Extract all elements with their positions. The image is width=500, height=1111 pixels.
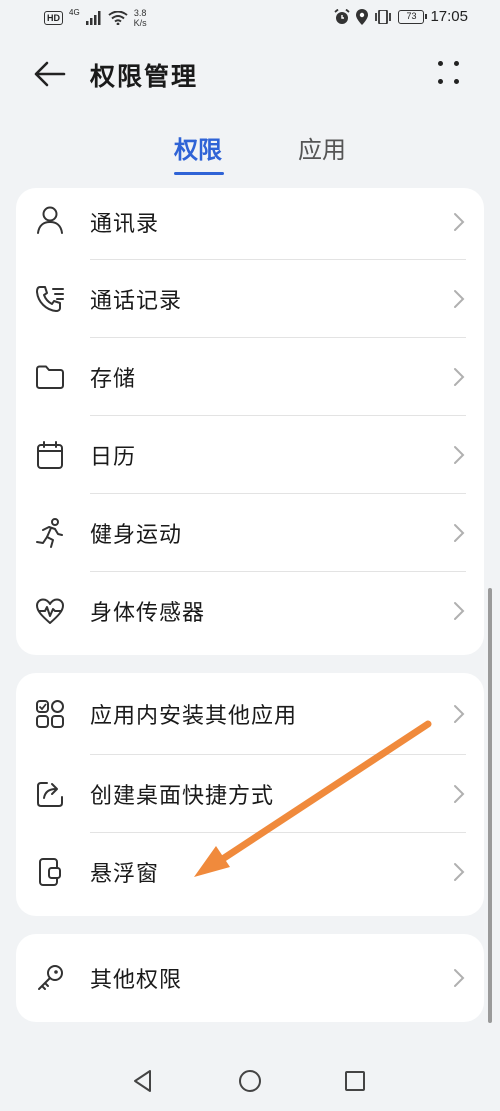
page-title: 权限管理 [90,62,199,91]
permission-group-card: 应用内安装其他应用 创建桌面快捷方式 悬浮窗 [16,673,484,916]
status-bar: HD 4G 3.8 K/s 73 17:05 [0,0,500,36]
nav-home-icon[interactable] [237,1068,263,1094]
location-icon [356,8,369,25]
permission-label: 应用内安装其他应用 [90,704,298,729]
shortcut-icon [37,782,63,807]
permission-label: 日历 [90,445,137,470]
calendar-icon [37,441,63,469]
chevron-right-icon [454,446,465,464]
battery-indicator: 73 [398,9,428,24]
nav-recents-icon[interactable] [342,1068,368,1094]
back-arrow-icon [34,61,66,87]
more-dot-icon [454,79,459,84]
chevron-right-icon [454,213,465,231]
permission-row-contacts[interactable]: 通讯录 [16,188,484,260]
permission-group-card: 通讯录 通话记录 存储 日历 健身运动 身体传感器 [16,188,484,655]
permission-row-desktop-shortcut[interactable]: 创建桌面快捷方式 [16,755,484,833]
chevron-right-icon [454,524,465,542]
more-dot-icon [438,61,443,66]
permission-row-body-sensors[interactable]: 身体传感器 [16,572,484,650]
app-header: 权限管理 [0,44,500,102]
more-dot-icon [438,79,443,84]
permission-row-call-log[interactable]: 通话记录 [16,260,484,338]
system-nav-bar [0,1050,500,1111]
tab-permissions[interactable]: 权限 [174,130,222,165]
chevron-right-icon [454,863,465,881]
chevron-right-icon [454,602,465,620]
permission-row-storage[interactable]: 存储 [16,338,484,416]
alarm-icon [334,8,351,24]
permission-row-fitness[interactable]: 健身运动 [16,494,484,572]
permission-label: 创建桌面快捷方式 [90,784,275,809]
chevron-right-icon [454,969,465,987]
permission-row-other[interactable]: 其他权限 [16,934,484,1022]
chevron-right-icon [454,785,465,803]
app-grid-icon [36,700,64,728]
vibrate-icon [375,9,392,24]
status-left: HD 4G 3.8 K/s [44,8,147,28]
speed-value: 3.8 [133,8,147,18]
permission-label: 通讯录 [90,212,160,237]
running-icon [36,518,63,548]
heart-rate-icon [36,598,64,624]
tab-apps[interactable]: 应用 [298,130,346,165]
tab-bar: 权限 应用 [0,130,500,180]
status-time: 17:05 [430,8,468,25]
network-speed: 3.8 K/s [134,8,147,28]
tab-active-indicator [174,172,224,175]
status-right: 73 17:05 [334,8,468,25]
permission-label: 其他权限 [90,968,183,993]
floating-window-icon [39,858,61,886]
chevron-right-icon [454,290,465,308]
wifi-icon [108,11,128,25]
hd-badge: HD [44,11,63,25]
permission-label: 通话记录 [90,289,183,314]
signal-icon [85,11,101,25]
more-dot-icon [454,61,459,66]
chevron-right-icon [454,705,465,723]
speed-unit: K/s [133,18,147,28]
permission-label: 身体传感器 [90,601,206,626]
permission-label: 存储 [90,367,137,392]
permission-row-calendar[interactable]: 日历 [16,416,484,494]
call-log-icon [36,286,64,312]
permission-label: 健身运动 [90,523,183,548]
network-type: 4G [69,7,80,17]
scrollbar[interactable] [488,588,492,1023]
back-button[interactable] [30,54,70,94]
permission-group-card: 其他权限 [16,934,484,1022]
folder-icon [36,365,64,389]
permission-label: 悬浮窗 [90,862,160,887]
key-icon [38,965,63,990]
contacts-icon [37,206,63,234]
permission-row-install-apps[interactable]: 应用内安装其他应用 [16,673,484,755]
more-options-button[interactable] [436,58,464,88]
nav-back-icon[interactable] [130,1068,156,1094]
chevron-right-icon [454,368,465,386]
permission-row-floating-window[interactable]: 悬浮窗 [16,833,484,911]
